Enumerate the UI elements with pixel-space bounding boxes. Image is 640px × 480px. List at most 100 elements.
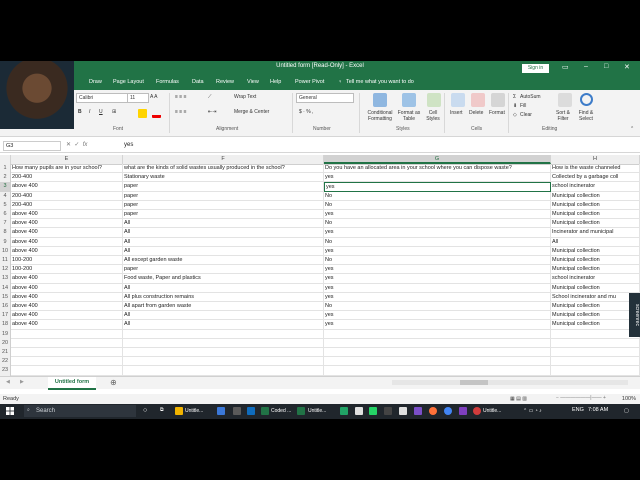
cell-e11[interactable]: 100-200 (11, 256, 123, 266)
align-top-icon[interactable]: ≡ ≡ ≡ (175, 94, 187, 100)
align-left-icon[interactable]: ≡ ≡ ≡ (175, 109, 187, 115)
taskbar-app-untitled-2[interactable]: Untitle... (308, 406, 326, 417)
cell-g22[interactable] (324, 357, 551, 367)
accounting-format-icon[interactable]: $ · % , (299, 109, 313, 115)
app-icon-violet[interactable] (459, 407, 467, 415)
cell-h9[interactable]: All (551, 237, 640, 247)
cell-h21[interactable] (551, 348, 640, 358)
cell-styles-icon[interactable] (427, 93, 441, 107)
excel-taskbar-icon-active[interactable] (297, 407, 305, 415)
cell-h2[interactable]: Collected by a garbage coll (551, 173, 640, 183)
cell-styles-button[interactable]: Cell Styles (423, 110, 443, 122)
row-header-7[interactable]: 7 (0, 219, 11, 229)
number-format-select[interactable]: General (296, 93, 354, 103)
orientation-icon[interactable]: ⟋ (208, 94, 212, 100)
italic-icon[interactable]: I (89, 109, 90, 115)
app-icon-purple[interactable] (414, 407, 422, 415)
cell-g20[interactable] (324, 338, 551, 348)
row-header-23[interactable]: 23 (0, 366, 11, 376)
eraser-icon[interactable]: ◇ (513, 112, 517, 118)
tray-icons[interactable]: ⌃ ▭ ◔ ♪ (523, 408, 542, 414)
cell-g3[interactable]: yes (324, 182, 551, 192)
insert-button[interactable]: Insert (450, 110, 463, 116)
conditional-formatting-icon[interactable] (373, 93, 387, 107)
tab-page-layout[interactable]: Page Layout (113, 79, 144, 85)
whatsapp-icon[interactable] (369, 407, 377, 415)
wrap-text-button[interactable]: Wrap Text (234, 94, 256, 100)
cell-f3[interactable]: paper (123, 182, 324, 192)
underline-icon[interactable]: U (99, 109, 103, 115)
cell-f14[interactable]: All (123, 283, 324, 293)
cell-e17[interactable]: above 400 (11, 311, 123, 321)
cell-h3[interactable]: school incinerator (551, 182, 640, 192)
cell-f21[interactable] (123, 348, 324, 358)
cell-f7[interactable]: All (123, 219, 324, 229)
cell-g1[interactable]: Do you have an allocated area in your sc… (324, 164, 551, 174)
cell-h20[interactable] (551, 338, 640, 348)
cell-f11[interactable]: All except garden waste (123, 256, 324, 266)
row-header-8[interactable]: 8 (0, 228, 11, 238)
find-select-icon[interactable] (580, 93, 593, 106)
indent-icon[interactable]: ⇤⇥ (208, 109, 216, 115)
column-header-f[interactable]: F (123, 155, 324, 164)
cell-e3[interactable]: above 400 (11, 182, 123, 192)
insert-cells-icon[interactable] (451, 93, 465, 107)
cell-h15[interactable]: School incinerator and mu (551, 292, 640, 302)
close-icon[interactable]: ✕ (624, 63, 630, 71)
cell-f12[interactable]: paper (123, 265, 324, 275)
format-as-table-button[interactable]: Format as Table (396, 110, 422, 122)
formula-input[interactable]: yes (124, 142, 133, 148)
zoom-slider[interactable]: − ——————|—— + (556, 395, 606, 401)
app-icon-dark[interactable] (384, 407, 392, 415)
opera-icon[interactable] (473, 407, 481, 415)
column-header-g[interactable]: G (324, 155, 551, 164)
cell-g8[interactable]: yes (324, 228, 551, 238)
cell-f23[interactable] (123, 366, 324, 376)
conditional-formatting-button[interactable]: Conditional Formatting (362, 110, 398, 122)
row-header-15[interactable]: 15 (0, 292, 11, 302)
cell-e8[interactable]: above 400 (11, 228, 123, 238)
cell-g17[interactable]: yes (324, 311, 551, 321)
cell-e22[interactable] (11, 357, 123, 367)
find-select-button[interactable]: Find & Select (575, 110, 597, 122)
tab-help[interactable]: Help (270, 79, 281, 85)
cell-h17[interactable]: Municipal collection (551, 311, 640, 321)
cell-e7[interactable]: above 400 (11, 219, 123, 229)
row-header-18[interactable]: 18 (0, 320, 11, 330)
scroll-left-icon[interactable]: ◀ (6, 379, 10, 385)
cell-h1[interactable]: How is the waste channeled (551, 164, 640, 174)
column-header-e[interactable]: E (11, 155, 123, 164)
cell-h8[interactable]: Incinerator and municipal (551, 228, 640, 238)
row-header-13[interactable]: 13 (0, 274, 11, 284)
fill-color-icon[interactable] (138, 109, 147, 118)
cell-g10[interactable]: yes (324, 246, 551, 256)
chrome-icon[interactable] (444, 407, 452, 415)
row-header-10[interactable]: 10 (0, 246, 11, 256)
cell-f4[interactable]: paper (123, 191, 324, 201)
edge-icon[interactable] (217, 407, 225, 415)
app-icon-light[interactable] (355, 407, 363, 415)
cell-e4[interactable]: 200-400 (11, 191, 123, 201)
notification-icon[interactable]: ▢ (624, 408, 629, 414)
cell-h5[interactable]: Municipal collection (551, 200, 640, 210)
horizontal-scroll-thumb[interactable] (460, 380, 488, 385)
cell-e1[interactable]: How many pupils are in your school? (11, 164, 123, 174)
taskbar-search[interactable]: Search (24, 405, 136, 417)
cell-e21[interactable] (11, 348, 123, 358)
cell-g13[interactable]: yes (324, 274, 551, 284)
collapse-ribbon-icon[interactable]: ⌃ (630, 126, 634, 132)
cell-e10[interactable]: above 400 (11, 246, 123, 256)
cell-h14[interactable]: Municipal collection (551, 283, 640, 293)
firefox-icon[interactable] (429, 407, 437, 415)
cell-g15[interactable]: yes (324, 292, 551, 302)
row-header-9[interactable]: 9 (0, 237, 11, 247)
fx-icon[interactable]: ✕ ✓ fx (66, 141, 87, 148)
cell-e12[interactable]: 100-200 (11, 265, 123, 275)
cell-g4[interactable]: No (324, 191, 551, 201)
cell-f9[interactable]: All (123, 237, 324, 247)
font-size-select[interactable]: 11 (127, 93, 149, 103)
row-header-17[interactable]: 17 (0, 311, 11, 321)
row-header-14[interactable]: 14 (0, 283, 11, 293)
cell-f15[interactable]: All plus construction remains (123, 292, 324, 302)
language-indicator[interactable]: ENG (572, 407, 584, 413)
